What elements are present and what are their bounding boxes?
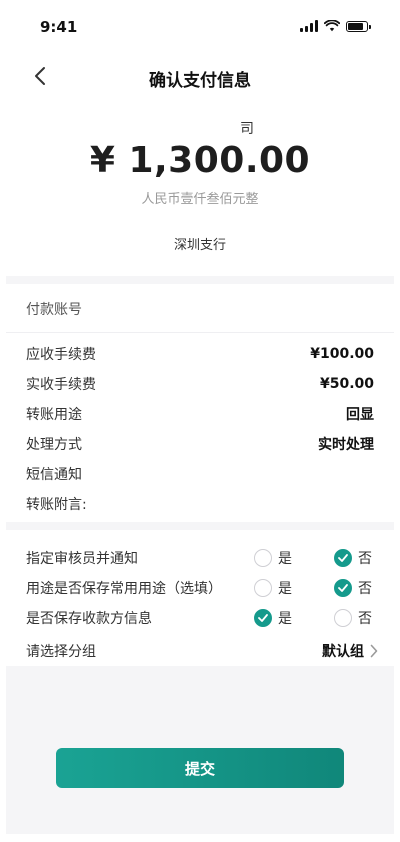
options-section: 指定审核员并通知 是 否 用途是否保存常用用途（选填） 是 否 是否保存收款方信… bbox=[6, 530, 394, 666]
detail-label: 短信通知 bbox=[26, 467, 82, 483]
detail-value: ¥50.00 bbox=[319, 376, 374, 392]
radio-unchecked-icon bbox=[254, 549, 272, 567]
option-row-save-purpose: 用途是否保存常用用途（选填） 是 否 bbox=[26, 576, 378, 600]
option-no-radio[interactable]: 否 bbox=[334, 608, 378, 628]
choice-label: 是 bbox=[278, 611, 292, 627]
group-select-row[interactable]: 请选择分组 默认组 bbox=[26, 640, 378, 662]
option-label: 用途是否保存常用用途（选填） bbox=[26, 581, 222, 597]
wifi-icon bbox=[324, 20, 340, 32]
choice-label: 否 bbox=[358, 581, 372, 597]
detail-row-receivable-fee: 应收手续费 ¥100.00 bbox=[26, 343, 374, 365]
nav-bar: 确认支付信息 bbox=[6, 48, 394, 104]
detail-label: 应收手续费 bbox=[26, 347, 96, 363]
detail-label: 实收手续费 bbox=[26, 377, 96, 393]
detail-label: 转账用途 bbox=[26, 407, 82, 423]
payment-amount: ¥ 1,300.00 bbox=[89, 140, 311, 181]
detail-row-remark: 转账附言: bbox=[26, 493, 374, 515]
choice-label: 否 bbox=[358, 611, 372, 627]
detail-value: ¥100.00 bbox=[310, 346, 374, 362]
choice-label: 否 bbox=[358, 551, 372, 567]
app-screen: 9:41 确认支付信息 司 ¥ 1,300.00 人民币壹仟叁佰元整 深圳支行 … bbox=[6, 4, 394, 834]
pay-account-label: 付款账号 bbox=[26, 302, 82, 318]
radio-checked-icon bbox=[334, 579, 352, 597]
payee-branch: 深圳支行 bbox=[173, 238, 226, 253]
option-no-radio[interactable]: 否 bbox=[334, 578, 378, 598]
amount-in-words: 人民币壹仟叁佰元整 bbox=[141, 192, 259, 207]
option-no-radio[interactable]: 否 bbox=[334, 548, 378, 568]
battery-icon bbox=[346, 20, 371, 32]
option-yes-radio[interactable]: 是 bbox=[254, 548, 314, 568]
status-bar: 9:41 bbox=[6, 4, 394, 48]
option-label: 指定审核员并通知 bbox=[26, 551, 138, 567]
payee-card: 司 ¥ 1,300.00 人民币壹仟叁佰元整 深圳支行 bbox=[6, 104, 394, 276]
radio-unchecked-icon bbox=[334, 609, 352, 627]
payee-name-text: 司 bbox=[240, 121, 254, 137]
option-yes-radio[interactable]: 是 bbox=[254, 578, 314, 598]
payment-details: 付款账号 应收手续费 ¥100.00 实收手续费 ¥50.00 转账用途 回显 … bbox=[6, 284, 394, 522]
detail-label: 转账附言: bbox=[26, 497, 87, 513]
signal-icon bbox=[300, 20, 318, 32]
option-yes-radio[interactable]: 是 bbox=[254, 608, 314, 628]
page-title: 确认支付信息 bbox=[149, 71, 251, 91]
status-icons bbox=[300, 18, 371, 34]
choice-label: 是 bbox=[278, 551, 292, 567]
status-time: 9:41 bbox=[40, 18, 78, 36]
option-row-save-payee: 是否保存收款方信息 是 否 bbox=[26, 606, 378, 630]
detail-row-sms: 短信通知 bbox=[26, 463, 374, 485]
masked-text bbox=[146, 122, 236, 136]
radio-checked-icon bbox=[254, 609, 272, 627]
detail-value: 实时处理 bbox=[318, 437, 374, 453]
detail-label: 处理方式 bbox=[26, 437, 82, 453]
radio-unchecked-icon bbox=[254, 579, 272, 597]
divider bbox=[6, 332, 394, 333]
chevron-right-icon bbox=[370, 644, 378, 658]
group-selector: 默认组 bbox=[322, 641, 378, 661]
option-row-assign-reviewer: 指定审核员并通知 是 否 bbox=[26, 546, 378, 570]
group-value: 默认组 bbox=[322, 644, 364, 660]
detail-row-processing: 处理方式 实时处理 bbox=[26, 433, 374, 455]
choice-label: 是 bbox=[278, 581, 292, 597]
detail-value: 回显 bbox=[346, 407, 374, 423]
submit-button[interactable]: 提交 bbox=[56, 748, 344, 788]
option-label: 是否保存收款方信息 bbox=[26, 611, 152, 627]
radio-checked-icon bbox=[334, 549, 352, 567]
detail-row-purpose: 转账用途 回显 bbox=[26, 403, 374, 425]
payee-name: 司 bbox=[6, 118, 394, 138]
detail-row-actual-fee: 实收手续费 ¥50.00 bbox=[26, 373, 374, 395]
group-label: 请选择分组 bbox=[26, 644, 96, 660]
